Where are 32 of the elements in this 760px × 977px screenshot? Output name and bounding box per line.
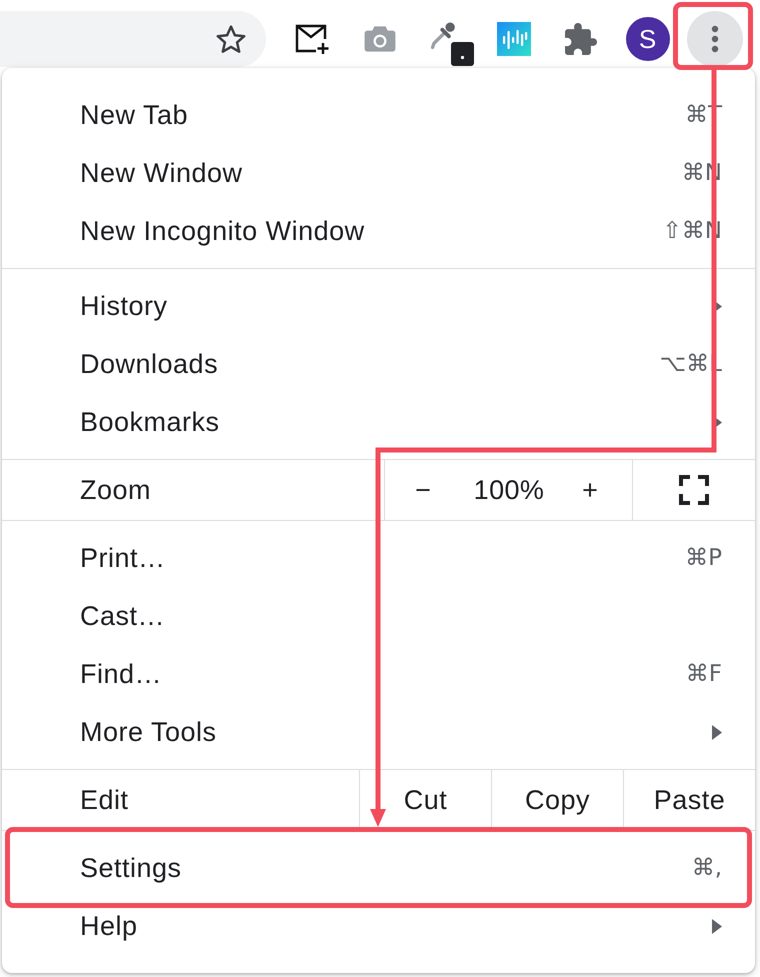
puzzle-icon[interactable]	[564, 23, 596, 55]
menu-item[interactable]: Downloads	[80, 348, 218, 380]
menu-item[interactable]: New Window	[80, 158, 243, 188]
edit-action-button[interactable]: Paste	[623, 770, 755, 830]
star-icon[interactable]	[216, 25, 246, 53]
zoom-out-button[interactable]: −	[385, 460, 461, 520]
fullscreen-button[interactable]	[632, 460, 755, 520]
eyedropper-icon[interactable]	[430, 20, 456, 50]
camera-icon[interactable]	[362, 25, 396, 53]
fullscreen-icon	[679, 475, 709, 505]
zoom-label: Zoom	[80, 474, 152, 506]
edit-label: Edit	[80, 784, 129, 816]
more-vertical-icon	[710, 25, 718, 53]
zoom-level: 100%	[472, 474, 546, 506]
menu-item[interactable]: Find…	[80, 658, 162, 690]
menu-item[interactable]: History	[80, 290, 168, 322]
badge-icon	[451, 42, 474, 66]
menu-item[interactable]: Print…	[80, 542, 166, 574]
zoom-in-button[interactable]: +	[557, 460, 623, 520]
menu-item[interactable]: New Incognito Window	[80, 216, 365, 246]
keyboard-shortcut: ⌘,	[692, 855, 722, 881]
menu-item[interactable]: Settings	[80, 852, 182, 884]
sound-wave-icon[interactable]	[496, 22, 530, 56]
keyboard-shortcut: ⌘F	[686, 661, 722, 687]
menu-item[interactable]: Cast…	[80, 600, 166, 632]
menu-item[interactable]: New Tab	[80, 100, 188, 130]
keyboard-shortcut: ⌘P	[685, 545, 722, 571]
menu-item[interactable]: Help	[80, 910, 138, 942]
profile-avatar-button[interactable]: S	[626, 17, 670, 61]
menu-item[interactable]: More Tools	[80, 716, 217, 748]
menu-item[interactable]: Bookmarks	[80, 406, 220, 438]
mail-plus-icon[interactable]	[294, 24, 330, 54]
